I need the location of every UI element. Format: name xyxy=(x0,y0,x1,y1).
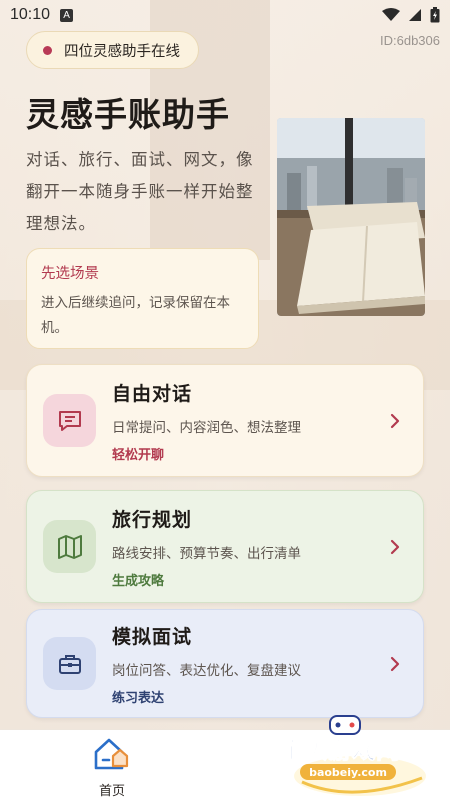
status-time: 10:10 xyxy=(10,6,51,23)
scene-hint-card: 先选场景 进入后继续追问，记录保留在本机。 xyxy=(26,248,259,349)
feature-subtitle: 岗位问答、表达优化、复盘建议 xyxy=(112,662,301,679)
tab-home-label: 首页 xyxy=(98,784,125,799)
chevron-right-icon xyxy=(390,539,400,554)
feature-name: 旅行规划 xyxy=(112,508,193,531)
scene-hint-text: 进入后继续追问，记录保留在本机。 xyxy=(41,295,230,336)
device-id-label: ID:6db306 xyxy=(380,33,440,48)
feature-name: 自由对话 xyxy=(112,382,193,405)
svg-text:宝贝游戏网: 宝贝游戏网 xyxy=(280,736,400,764)
feature-card-mock-interview[interactable]: 模拟面试 岗位问答、表达优化、复盘建议 练习表达 xyxy=(26,609,424,718)
feature-card-travel-planning[interactable]: 旅行规划 路线安排、预算节奏、出行清单 生成攻略 xyxy=(26,490,424,603)
feature-tag: 生成攻略 xyxy=(112,573,165,589)
watermark-logo: 宝贝游戏网 baobeiy.com xyxy=(272,712,432,798)
a-icon: A xyxy=(60,8,74,22)
feature-subtitle: 路线安排、预算节奏、出行清单 xyxy=(112,545,301,562)
tab-home[interactable]: 首页 xyxy=(86,734,138,799)
feature-tag: 轻松开聊 xyxy=(112,447,165,463)
battery-icon xyxy=(430,7,440,23)
feature-subtitle: 日常提问、内容润色、想法整理 xyxy=(112,419,301,436)
notebook-photo xyxy=(277,118,425,316)
online-status-badge: 四位灵感助手在线 xyxy=(26,31,199,69)
online-dot-icon xyxy=(43,45,52,55)
feature-name: 模拟面试 xyxy=(112,625,193,648)
signal-icon xyxy=(409,9,421,21)
chat-icon xyxy=(43,394,96,447)
chevron-right-icon xyxy=(390,413,400,428)
briefcase-icon xyxy=(43,637,96,690)
wifi-icon xyxy=(382,8,400,21)
scene-hint-heading: 先选场景 xyxy=(41,266,99,282)
status-bar: 10:10 A xyxy=(0,0,450,30)
svg-text:baobeiy.com: baobeiy.com xyxy=(309,766,387,779)
online-badge-label: 四位灵感助手在线 xyxy=(64,43,180,60)
feature-card-free-chat[interactable]: 自由对话 日常提问、内容润色、想法整理 轻松开聊 xyxy=(26,364,424,477)
home-icon xyxy=(94,738,129,770)
feature-tag: 练习表达 xyxy=(112,690,165,706)
page-description: 对话、旅行、面试、网文，像翻开一本随身手账一样开始整理想法。 xyxy=(26,150,254,233)
chevron-right-icon xyxy=(390,656,400,671)
page-title: 灵感手账助手 xyxy=(26,95,230,134)
map-icon xyxy=(43,520,96,573)
